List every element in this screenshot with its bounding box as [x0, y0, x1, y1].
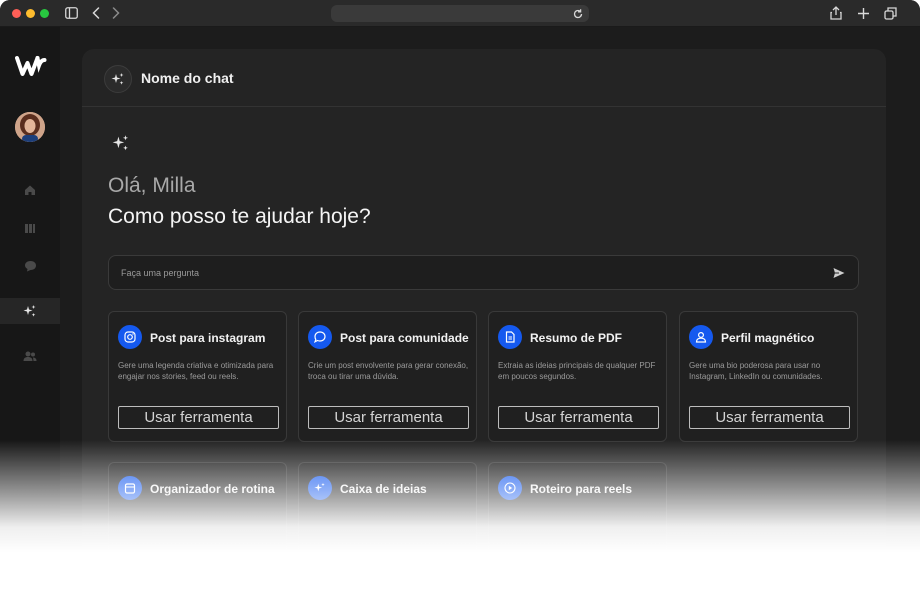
- home-icon[interactable]: [0, 177, 60, 203]
- sidebar: [0, 27, 60, 590]
- book-icon[interactable]: [0, 215, 60, 241]
- prompt-box: [108, 255, 859, 290]
- use-tool-button[interactable]: Usar ferramenta: [689, 406, 850, 429]
- reload-icon[interactable]: [572, 7, 584, 19]
- use-tool-button[interactable]: Usar ferramenta: [498, 406, 659, 429]
- address-bar[interactable]: [331, 5, 589, 22]
- sparkles-icon: [308, 476, 332, 500]
- forward-icon[interactable]: [109, 6, 123, 20]
- tool-card-magnetic-profile[interactable]: Perfil magnético Gere uma bio poderosa p…: [679, 311, 858, 442]
- card-description: Extraia as ideias principais de qualquer…: [498, 361, 656, 381]
- chat-icon[interactable]: [0, 253, 60, 279]
- greeting-question: Como posso te ajudar hoje?: [108, 205, 371, 228]
- use-tool-button[interactable]: Usar ferramenta: [118, 406, 279, 429]
- card-title: Post para comunidade: [340, 331, 469, 345]
- avatar[interactable]: [15, 112, 45, 142]
- sidebar-toggle-icon[interactable]: [64, 6, 78, 20]
- tool-card-routine-organizer[interactable]: Organizador de rotina: [108, 462, 287, 590]
- play-icon: [498, 476, 522, 500]
- users-icon[interactable]: [0, 343, 60, 369]
- send-icon[interactable]: [832, 266, 846, 280]
- card-title: Perfil magnético: [721, 331, 815, 345]
- card-title: Organizador de rotina: [150, 482, 275, 496]
- chat-panel: Nome do chat Olá, Milla Como posso te aj…: [82, 49, 886, 590]
- ai-sparkles-icon[interactable]: [0, 298, 60, 324]
- calendar-icon: [118, 476, 142, 500]
- new-tab-icon[interactable]: [856, 6, 870, 20]
- tool-card-instagram[interactable]: Post para instagram Gere uma legenda cri…: [108, 311, 287, 442]
- card-description: Crie um post envolvente para gerar conex…: [308, 361, 469, 381]
- card-description: Gere uma bio poderosa para usar no Insta…: [689, 361, 823, 381]
- close-window-button[interactable]: [12, 9, 21, 18]
- use-tool-button[interactable]: Usar ferramenta: [308, 406, 469, 429]
- chat-sparkles-icon: [104, 65, 132, 93]
- user-icon: [689, 325, 713, 349]
- minimize-window-button[interactable]: [26, 9, 35, 18]
- share-icon[interactable]: [829, 6, 843, 20]
- chat-title[interactable]: Nome do chat: [141, 70, 234, 86]
- prompt-input[interactable]: [121, 265, 801, 281]
- maximize-window-button[interactable]: [40, 9, 49, 18]
- instagram-icon: [118, 325, 142, 349]
- document-icon: [498, 325, 522, 349]
- card-title: Post para instagram: [150, 331, 266, 345]
- card-description: Gere uma legenda criativa e otimizada pa…: [118, 361, 274, 381]
- card-title: Roteiro para reels: [530, 482, 633, 496]
- back-icon[interactable]: [89, 6, 103, 20]
- chat-bubble-icon: [308, 325, 332, 349]
- title-bar: [0, 0, 920, 27]
- browser-window: Nome do chat Olá, Milla Como posso te aj…: [0, 0, 920, 590]
- tool-card-pdf-summary[interactable]: Resumo de PDF Extraia as ideias principa…: [488, 311, 667, 442]
- card-title: Caixa de ideias: [340, 482, 427, 496]
- logo-icon[interactable]: [15, 55, 47, 77]
- card-title: Resumo de PDF: [530, 331, 623, 345]
- greeting-text: Olá, Milla: [108, 174, 196, 197]
- tool-card-reels-script[interactable]: Roteiro para reels: [488, 462, 667, 590]
- tool-card-community[interactable]: Post para comunidade Crie um post envolv…: [298, 311, 477, 442]
- chat-header: Nome do chat: [82, 49, 886, 107]
- sparkles-icon: [112, 134, 130, 152]
- tab-overview-icon[interactable]: [883, 6, 897, 20]
- tool-card-ideas-box[interactable]: Caixa de ideias: [298, 462, 477, 590]
